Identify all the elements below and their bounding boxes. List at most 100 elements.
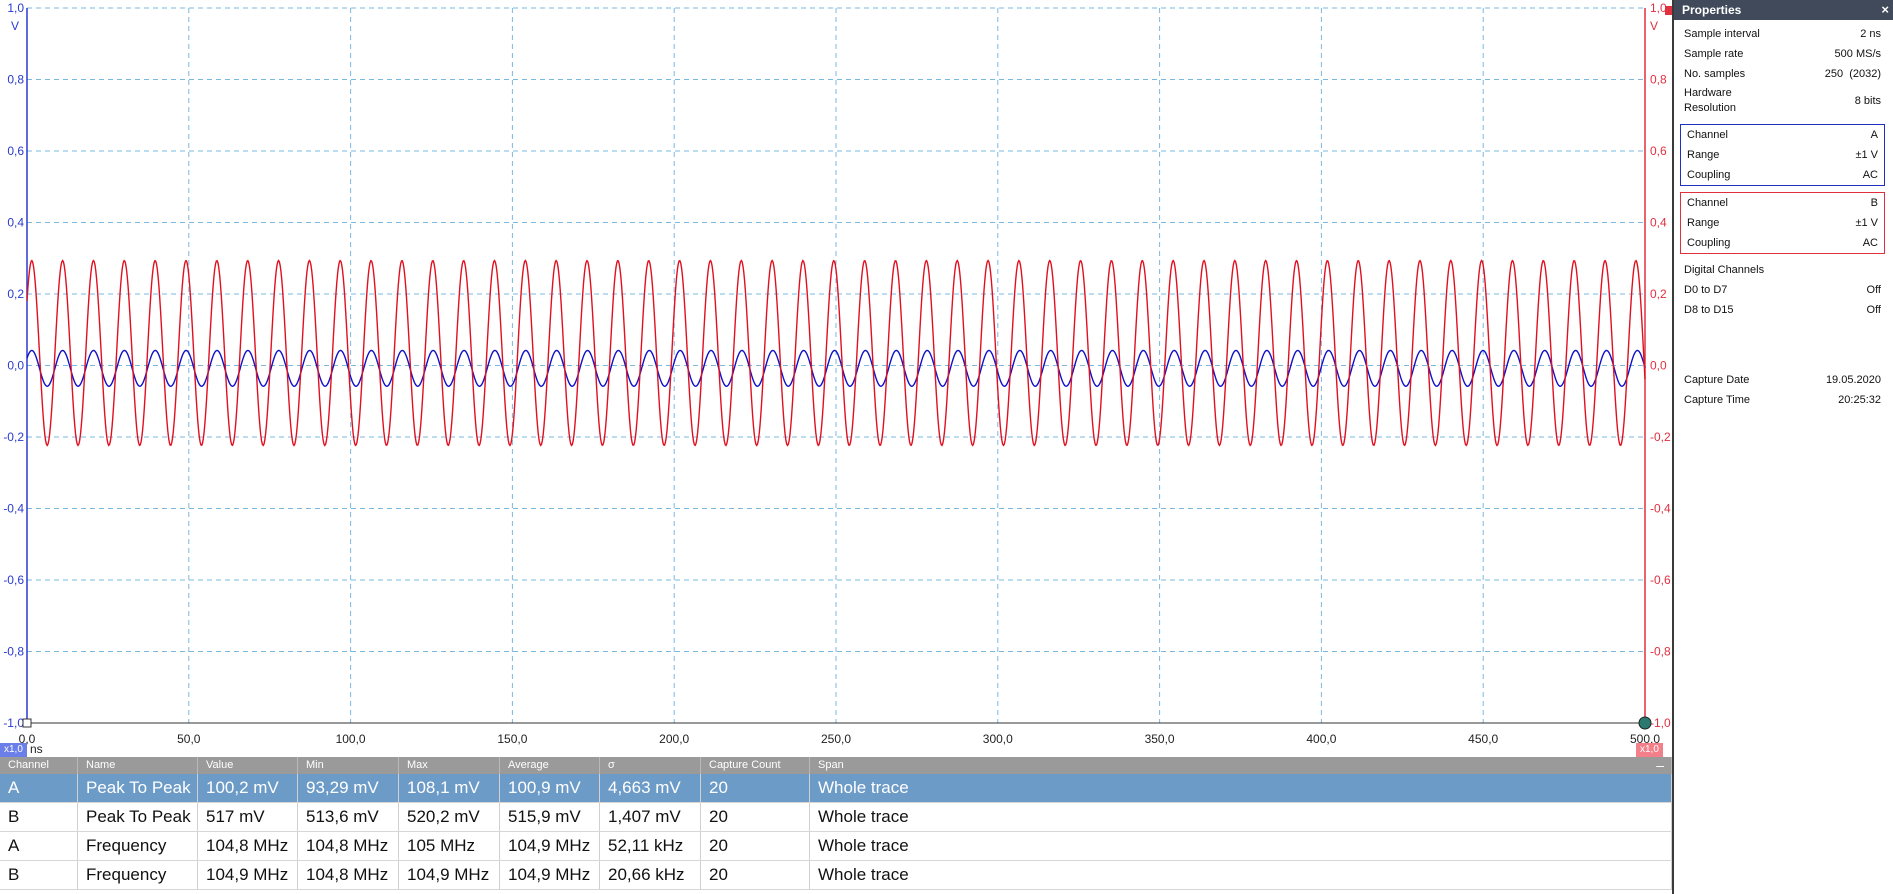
y-tick-label-left: -0,8 xyxy=(3,645,24,659)
channel-b-value: B xyxy=(1870,197,1878,209)
cell-average: 515,9 mV xyxy=(500,803,600,831)
d8-d15-value: Off xyxy=(1866,304,1881,316)
capture-date-value: 19.05.2020 xyxy=(1825,374,1881,386)
hardware-resolution-value: 8 bits xyxy=(1854,94,1881,107)
y-zoom-badge[interactable]: x1,0 xyxy=(1636,743,1663,757)
col-header-max[interactable]: Max xyxy=(399,757,500,774)
y-tick-label-left: 1,0 xyxy=(7,1,24,15)
sample-rate-label: Sample rate xyxy=(1684,48,1744,60)
capture-date-row: Capture Date 19.05.2020 xyxy=(1674,370,1893,390)
d8-d15-row: D8 to D15 Off xyxy=(1674,300,1893,320)
left-ruler-handle[interactable] xyxy=(22,718,32,728)
cell-sigma: 20,66 kHz xyxy=(600,861,701,889)
col-header-name[interactable]: Name xyxy=(78,757,198,774)
sample-interval-value: 2 ns xyxy=(1860,28,1881,40)
cell-min: 104,8 MHz xyxy=(298,832,399,860)
col-header-value[interactable]: Value xyxy=(198,757,298,774)
minimize-button[interactable]: – xyxy=(1656,757,1664,774)
col-header-capture-count[interactable]: Capture Count xyxy=(701,757,810,774)
y-tick-label-left: 0,0 xyxy=(7,359,24,373)
x-tick-label: 50,0 xyxy=(177,732,201,746)
y-tick-label-right: 1,0 xyxy=(1650,1,1667,15)
y-tick-label-right: 0,4 xyxy=(1650,216,1667,230)
channel-b-coupling-value: AC xyxy=(1862,237,1878,249)
ruler-handle-icon[interactable] xyxy=(1638,716,1652,730)
table-row[interactable]: A Peak To Peak 100,2 mV 93,29 mV 108,1 mV 100… xyxy=(0,774,1672,803)
x-tick-label: 300,0 xyxy=(983,732,1013,746)
cell-value: 517 mV xyxy=(198,803,298,831)
cell-average: 104,9 MHz xyxy=(500,861,600,889)
channel-b-box: Channel B Range ±1 V Coupling AC xyxy=(1680,192,1885,254)
sample-rate-row: Sample rate 500 MS/s xyxy=(1674,44,1893,64)
cell-name: Peak To Peak xyxy=(78,774,198,802)
cell-capture-count: 20 xyxy=(701,803,810,831)
y-tick-label-left: 0,4 xyxy=(7,216,24,230)
x-tick-label: 400,0 xyxy=(1306,732,1336,746)
measurements-table: Channel Name Value Min Max Average σ Cap… xyxy=(0,757,1672,894)
y-tick-label-left: 0,8 xyxy=(7,73,24,87)
y-tick-label-right: 0,8 xyxy=(1650,73,1667,87)
cell-capture-count: 20 xyxy=(701,774,810,802)
close-icon[interactable]: × xyxy=(1881,0,1889,20)
d0-d7-row: D0 to D7 Off xyxy=(1674,280,1893,300)
x-tick-label: 450,0 xyxy=(1468,732,1498,746)
channel-a-range-label: Range xyxy=(1687,149,1720,161)
channel-a-coupling-value: AC xyxy=(1862,169,1878,181)
cell-value: 104,8 MHz xyxy=(198,832,298,860)
channel-b-coupling-row: Coupling AC xyxy=(1681,233,1884,253)
cell-name: Frequency xyxy=(78,832,198,860)
cell-channel: B xyxy=(0,861,78,889)
col-header-min[interactable]: Min xyxy=(298,757,399,774)
scope-view[interactable]: 0,0 50,0 100,0 150,0 200,0 250,0 300,0 350,0 400… xyxy=(0,0,1672,760)
col-header-average[interactable]: Average xyxy=(500,757,600,774)
table-row[interactable]: B Frequency 104,9 MHz 104,8 MHz 104,9 MHz 104… xyxy=(0,861,1672,890)
x-zoom-badge[interactable]: x1,0 xyxy=(0,743,27,757)
cell-span: Whole trace xyxy=(810,803,1672,831)
channel-a-label: Channel xyxy=(1687,129,1728,141)
col-header-span[interactable]: Span xyxy=(810,757,1672,774)
channel-a-coupling-row: Coupling AC xyxy=(1681,165,1884,185)
d8-d15-label: D8 to D15 xyxy=(1684,304,1734,316)
y-tick-label-right: -0,2 xyxy=(1650,430,1671,444)
cell-name: Frequency xyxy=(78,861,198,889)
cell-min: 513,6 mV xyxy=(298,803,399,831)
cell-sigma: 1,407 mV xyxy=(600,803,701,831)
channel-a-range-row: Range ±1 V xyxy=(1681,145,1884,165)
properties-panel: Properties × Sample interval 2 ns Sample… xyxy=(1672,0,1893,894)
col-header-channel[interactable]: Channel xyxy=(0,757,78,774)
hardware-label: Hardware xyxy=(1684,87,1732,99)
capture-date-label: Capture Date xyxy=(1684,374,1750,386)
y-tick-label-left: -0,6 xyxy=(3,573,24,587)
channel-b-range-row: Range ±1 V xyxy=(1681,213,1884,233)
cell-capture-count: 20 xyxy=(701,861,810,889)
x-tick-label: 100,0 xyxy=(336,732,366,746)
channel-b-marker-icon[interactable] xyxy=(1665,6,1672,15)
y-tick-label-right: -0,4 xyxy=(1650,502,1671,516)
cell-span: Whole trace xyxy=(810,861,1672,889)
d0-d7-label: D0 to D7 xyxy=(1684,284,1728,296)
x-tick-label: 250,0 xyxy=(821,732,851,746)
table-row[interactable]: B Peak To Peak 517 mV 513,6 mV 520,2 mV 515,9… xyxy=(0,803,1672,832)
cell-sigma: 52,11 kHz xyxy=(600,832,701,860)
cell-min: 93,29 mV xyxy=(298,774,399,802)
channel-b-range-label: Range xyxy=(1687,217,1720,229)
table-row[interactable]: A Frequency 104,8 MHz 104,8 MHz 105 MHz 104,9… xyxy=(0,832,1672,861)
channel-a-coupling-label: Coupling xyxy=(1687,169,1731,181)
d0-d7-value: Off xyxy=(1866,284,1881,296)
col-header-sigma[interactable]: σ xyxy=(600,757,701,774)
x-tick-label: 200,0 xyxy=(659,732,689,746)
y-tick-label-right: 0,6 xyxy=(1650,144,1667,158)
y-tick-label-right: -1,0 xyxy=(1650,716,1671,730)
channel-a-range-value: ±1 V xyxy=(1855,149,1878,161)
y-tick-label-right: -0,8 xyxy=(1650,645,1671,659)
y-axis-unit-left: V xyxy=(11,19,19,33)
capture-time-value: 20:25:32 xyxy=(1838,394,1881,406)
channel-a-row: Channel A xyxy=(1681,125,1884,145)
channel-b-coupling-label: Coupling xyxy=(1687,237,1731,249)
properties-title: Properties xyxy=(1682,3,1742,17)
y-tick-label-right: -0,6 xyxy=(1650,573,1671,587)
hardware-resolution-label: Hardware Resolution xyxy=(1684,86,1736,116)
channel-b-row: Channel B xyxy=(1681,193,1884,213)
cell-sigma: 4,663 mV xyxy=(600,774,701,802)
scope-plot[interactable]: 0,0 50,0 100,0 150,0 200,0 250,0 300,0 350,0 400… xyxy=(0,0,1672,760)
